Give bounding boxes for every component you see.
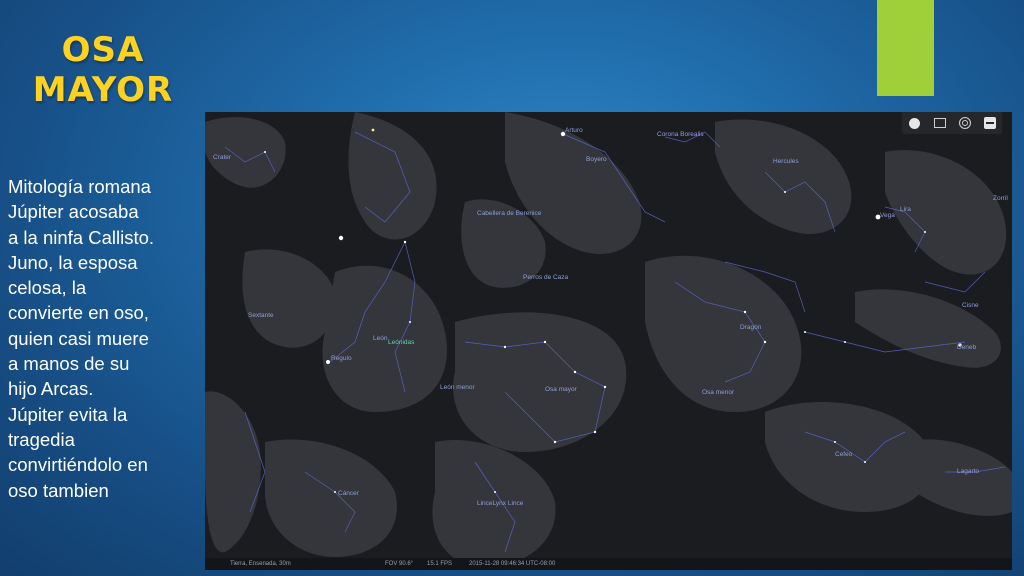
body-line: quien casi muere (8, 327, 149, 349)
label-osa-menor: Osa menor (702, 389, 735, 396)
body-line: Juno, la esposa (8, 251, 138, 273)
label-dragon: Dragón (740, 324, 762, 331)
label-hercules: Hercules (773, 158, 799, 165)
label-cefeo: Cefeo (835, 451, 853, 458)
status-fov: FOV 90.6° (385, 561, 414, 567)
label-sextante: Sextante (248, 312, 274, 319)
label-perros-de-caza: Perros de Caza (523, 274, 569, 281)
body-line: celosa, la (8, 277, 87, 299)
title-line-1: OSA (61, 30, 145, 70)
label-leon-menor: León menor (440, 384, 475, 391)
label-corona-borealis: Corona Borealis (657, 131, 704, 138)
body-line: Mitología romana (8, 176, 151, 197)
target-icon[interactable] (958, 116, 972, 130)
window-icon[interactable] (933, 116, 947, 130)
status-fps: 15.1 FPS (427, 561, 453, 567)
label-cancer: Cáncer (338, 490, 359, 497)
slide-title: OSA MAYOR (8, 30, 198, 110)
label-lagarto: Lagarto (957, 468, 980, 475)
star-map-screenshot: Crater Arturo Corona Borealis Boyero Her… (205, 112, 1012, 570)
label-cabellera: Cabellera de Berenice (477, 210, 542, 217)
label-zorrillo: Zorril (993, 195, 1008, 202)
body-line: convierte en oso, (8, 302, 149, 324)
body-line: Júpiter evita la (8, 403, 128, 425)
minus-icon[interactable] (983, 116, 997, 130)
label-regulo: Regulo (331, 355, 352, 362)
label-arturo: Arturo (565, 127, 583, 134)
label-vega: Vega (880, 212, 895, 219)
label-leonidas: Leónidas (388, 339, 415, 346)
label-lira: Lira (900, 206, 911, 213)
status-datetime: 2015-11-28 09:46:34 UTC-08:00 (469, 561, 556, 567)
label-lince: LinceLynx Lince (477, 500, 524, 507)
body-line: convirtiéndolo en (8, 454, 148, 476)
body-line: oso tambien (8, 479, 109, 501)
body-line: a la ninfa Callisto. (8, 226, 155, 248)
moon-icon[interactable] (908, 116, 922, 130)
title-line-2: MAYOR (32, 70, 174, 110)
body-line: a manos de su (8, 353, 130, 375)
slide-body: Mitología romana Júpiter acosaba a la ni… (8, 174, 200, 503)
status-bar: Tierra, Ensenada, 30m FOV 90.6° 15.1 FPS… (205, 558, 1012, 570)
label-deneb: Deneb (957, 344, 977, 351)
label-crater: Crater (213, 154, 232, 161)
label-cisne: Cisne (962, 302, 979, 309)
label-osa-mayor: Osa mayor (545, 386, 577, 393)
body-line: Júpiter acosaba (8, 201, 139, 223)
label-boyero: Boyero (586, 156, 607, 163)
label-leon: León (373, 335, 388, 342)
body-line: tragedia (8, 428, 75, 450)
sky-toolbar (902, 112, 1002, 134)
star-map-art (205, 112, 1012, 567)
accent-bar (877, 0, 934, 96)
body-line: hijo Arcas. (8, 378, 94, 400)
status-location: Tierra, Ensenada, 30m (230, 561, 291, 567)
